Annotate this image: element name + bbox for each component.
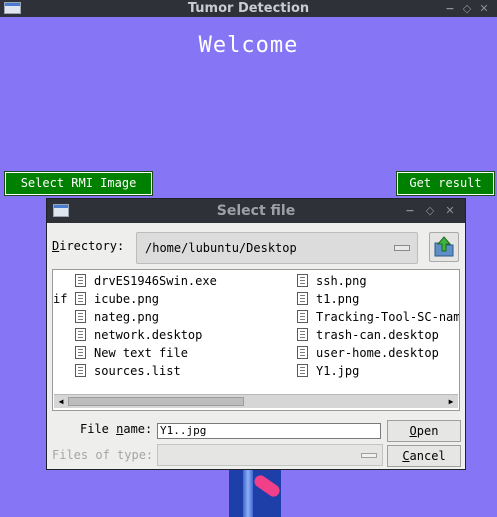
dropdown-icon	[394, 245, 410, 251]
dropdown-icon	[361, 453, 377, 458]
document-icon	[75, 292, 86, 305]
file-name-label: File name:	[80, 422, 153, 436]
select-image-button[interactable]: Select RMI Image	[4, 171, 153, 196]
scroll-right-icon[interactable]: ▶	[445, 396, 457, 407]
list-item[interactable]: ssh.png	[297, 272, 367, 290]
list-item[interactable]: trash-can.desktop	[297, 326, 439, 344]
file-name-input[interactable]: Y1..jpg	[157, 423, 381, 439]
list-item[interactable]: user-home.desktop	[297, 344, 439, 362]
scrollbar-thumb[interactable]	[68, 397, 244, 406]
document-icon	[297, 346, 308, 359]
scan-image-preview	[229, 470, 281, 517]
document-icon	[75, 310, 86, 323]
list-item[interactable]: icube.png	[75, 290, 159, 308]
maximize-icon[interactable]: ◇	[423, 199, 437, 223]
files-of-type-combobox	[157, 444, 383, 466]
get-result-button[interactable]: Get result	[396, 171, 495, 196]
horizontal-scrollbar[interactable]: ◀ ▶	[54, 394, 458, 408]
list-item[interactable]: New text file	[75, 344, 188, 362]
document-icon	[75, 346, 86, 359]
maximize-icon[interactable]: ◇	[460, 0, 474, 17]
open-button[interactable]: Open	[387, 420, 461, 442]
document-icon	[297, 328, 308, 341]
list-item[interactable]: network.desktop	[75, 326, 202, 344]
document-icon	[75, 274, 86, 287]
files-of-type-label: Files of type:	[52, 448, 154, 462]
dialog-title-bar[interactable]: Select file − ◇ ✕	[47, 199, 465, 223]
scroll-left-icon[interactable]: ◀	[55, 396, 67, 407]
cancel-button[interactable]: Cancel	[387, 445, 461, 467]
close-icon[interactable]: ✕	[443, 199, 457, 223]
clipped-text: if	[53, 292, 68, 306]
folder-up-button[interactable]	[429, 232, 459, 262]
list-item[interactable]: Y1.jpg	[297, 362, 359, 380]
window-title: Tumor Detection	[187, 1, 310, 16]
directory-combobox[interactable]: /home/lubuntu/Desktop	[136, 232, 418, 264]
document-icon	[297, 364, 308, 377]
close-icon[interactable]: ✕	[477, 0, 491, 17]
list-item[interactable]: t1.png	[297, 290, 359, 308]
list-item[interactable]: sources.list	[75, 362, 181, 380]
file-list[interactable]: if drvES1946Swin.exe icube.png nateg.png…	[52, 269, 460, 411]
document-icon	[297, 310, 308, 323]
welcome-heading: Welcome	[198, 33, 299, 58]
list-item[interactable]: nateg.png	[75, 308, 159, 326]
list-item[interactable]: Tracking-Tool-SC-name	[297, 308, 459, 326]
directory-label: Directory:	[52, 239, 125, 253]
minimize-icon[interactable]: −	[403, 199, 417, 223]
document-icon	[297, 292, 308, 305]
list-item[interactable]: drvES1946Swin.exe	[75, 272, 217, 290]
directory-path: /home/lubuntu/Desktop	[145, 241, 297, 255]
document-icon	[75, 328, 86, 341]
document-icon	[297, 274, 308, 287]
document-icon	[75, 364, 86, 377]
select-file-dialog: Select file − ◇ ✕ Directory: /home/lubun…	[46, 198, 466, 470]
main-title-bar[interactable]: Tumor Detection − ◇ ✕	[0, 0, 497, 17]
folder-up-icon	[434, 236, 454, 257]
minimize-icon[interactable]: −	[443, 0, 457, 17]
